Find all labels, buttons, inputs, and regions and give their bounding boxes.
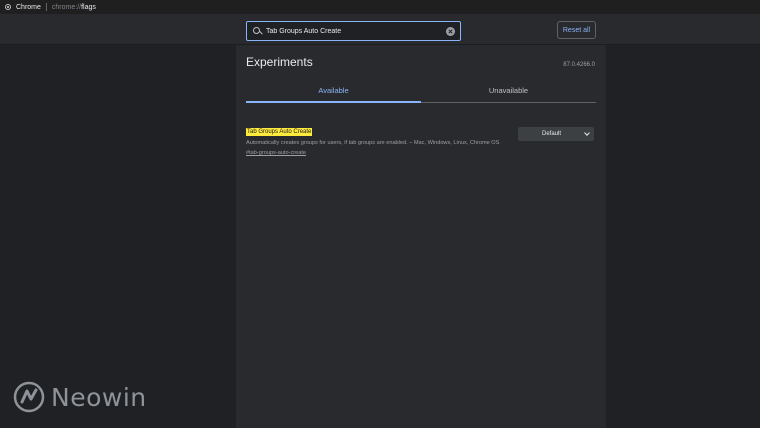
browser-window: Chrome chrome:// flags Reset all Experim… xyxy=(0,0,760,428)
watermark-text: Neowin xyxy=(51,382,147,412)
version-label: 87.0.4266.0 xyxy=(563,62,595,68)
flag-name: Tab Groups Auto Create xyxy=(246,128,313,136)
chrome-security-icon[interactable] xyxy=(5,4,11,10)
clear-search-icon[interactable] xyxy=(446,26,455,36)
chevron-down-icon xyxy=(584,129,590,136)
flag-state-select[interactable]: Default xyxy=(518,127,594,141)
tab-unavailable[interactable]: Unavailable xyxy=(421,79,596,102)
url-scheme[interactable]: chrome:// xyxy=(52,4,81,11)
search-icon xyxy=(252,26,263,37)
url-path[interactable]: flags xyxy=(81,4,96,11)
flag-state-value: Default xyxy=(542,131,562,137)
chrome-label: Chrome xyxy=(16,3,41,11)
neowin-logo-icon xyxy=(13,381,45,413)
address-bar[interactable]: Chrome chrome:// flags xyxy=(0,0,760,14)
left-gutter xyxy=(0,45,236,428)
address-separator xyxy=(45,3,47,11)
reset-all-button[interactable]: Reset all xyxy=(557,21,596,39)
page-title: Experiments xyxy=(246,55,313,69)
experiments-panel: Experiments 87.0.4266.0 Available Unavai… xyxy=(236,45,606,428)
neowin-watermark: Neowin xyxy=(13,381,147,413)
flag-item: Tab Groups Auto Create Automatically cre… xyxy=(246,120,596,160)
tab-available[interactable]: Available xyxy=(246,79,421,103)
flag-permalink[interactable]: #tab-groups-auto-create xyxy=(246,149,596,157)
right-gutter xyxy=(606,45,760,428)
tab-bar: Available Unavailable xyxy=(246,79,596,103)
flag-description: Automatically creates groups for users, … xyxy=(246,140,500,146)
flags-header: Reset all xyxy=(0,14,760,45)
search-input[interactable] xyxy=(266,22,446,40)
search-box[interactable] xyxy=(246,21,461,41)
